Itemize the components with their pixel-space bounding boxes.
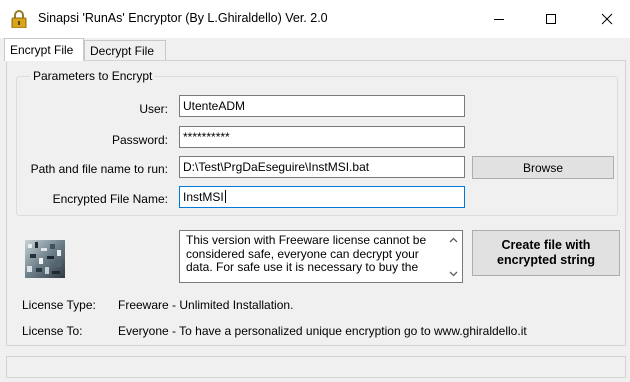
- notice-scrollbar[interactable]: [445, 231, 462, 282]
- license-notice-textarea[interactable]: This version with Freeware license canno…: [179, 230, 463, 283]
- title-bar: Sinapsi 'RunAs' Encryptor (By L.Ghiralde…: [0, 0, 630, 38]
- encrypted-file-name-input[interactable]: InstMSI: [179, 186, 465, 208]
- parameters-group-legend: Parameters to Encrypt: [30, 69, 156, 83]
- user-input[interactable]: UtenteADM: [179, 95, 465, 117]
- license-notice-text: This version with Freeware license canno…: [186, 233, 436, 275]
- path-input[interactable]: D:\Test\PrgDaEseguire\InstMSI.bat: [179, 156, 465, 178]
- notice-line: This version with Freeware license canno…: [186, 233, 427, 247]
- scroll-up-arrow-icon[interactable]: [445, 231, 462, 248]
- maximize-button[interactable]: [528, 0, 574, 38]
- encrypted-file-name-value: InstMSI: [183, 190, 224, 204]
- license-type-value: Freeware - Unlimited Installation.: [118, 298, 294, 312]
- create-button-line2: encrypted string: [497, 253, 595, 267]
- create-encrypted-file-button[interactable]: Create file with encrypted string: [472, 230, 620, 276]
- status-bar: [6, 356, 626, 378]
- tab-decrypt-file[interactable]: Decrypt File: [84, 40, 166, 60]
- password-input[interactable]: **********: [179, 126, 465, 148]
- tab-encrypt-file[interactable]: Encrypt File: [4, 38, 84, 61]
- close-button[interactable]: [584, 0, 630, 38]
- create-button-line1: Create file with: [501, 238, 591, 252]
- logo-image: [25, 240, 65, 278]
- license-to-label: License To:: [22, 324, 83, 338]
- scroll-down-arrow-icon[interactable]: [445, 265, 462, 282]
- password-label: Password:: [111, 133, 168, 147]
- license-to-value: Everyone - To have a personalized unique…: [118, 324, 527, 338]
- path-label: Path and file name to run:: [30, 162, 168, 176]
- notice-line: data. For safe use it is necessary to bu…: [186, 260, 419, 274]
- tab-strip: Encrypt File Decrypt File: [0, 38, 630, 61]
- user-label: User:: [139, 102, 168, 116]
- minimize-button[interactable]: [476, 0, 522, 38]
- encrypted-file-name-label: Encrypted File Name:: [52, 192, 168, 206]
- text-caret: [224, 190, 226, 203]
- window-title: Sinapsi 'RunAs' Encryptor (By L.Ghiralde…: [38, 11, 328, 25]
- lock-icon: [11, 10, 27, 29]
- license-type-label: License Type:: [22, 298, 96, 312]
- browse-button[interactable]: Browse: [472, 156, 614, 179]
- notice-line: considered safe, everyone can decrypt yo…: [186, 246, 419, 261]
